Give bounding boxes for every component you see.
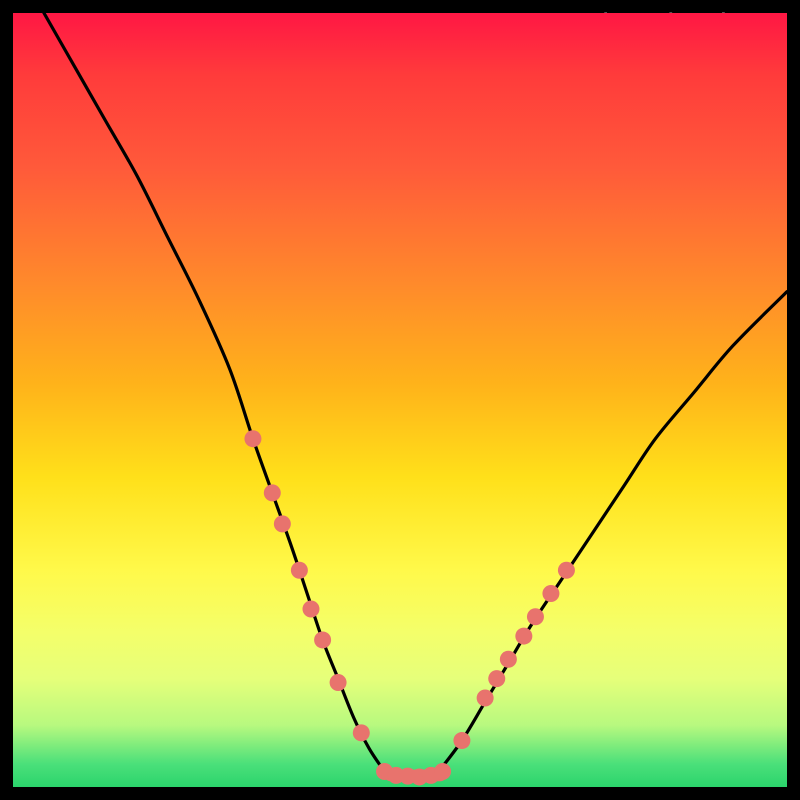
- plot-area: [13, 13, 787, 787]
- data-point: [274, 515, 291, 532]
- data-point: [527, 608, 544, 625]
- data-point: [515, 628, 532, 645]
- data-point: [314, 631, 331, 648]
- data-point: [500, 651, 517, 668]
- data-point: [244, 430, 261, 447]
- data-point: [558, 562, 575, 579]
- data-point: [488, 670, 505, 687]
- marker-group: [244, 430, 574, 785]
- data-point: [434, 763, 451, 780]
- left-curve: [44, 13, 385, 772]
- data-point: [353, 724, 370, 741]
- data-point: [264, 484, 281, 501]
- data-point: [477, 689, 494, 706]
- data-point: [542, 585, 559, 602]
- data-point: [291, 562, 308, 579]
- data-point: [302, 600, 319, 617]
- data-point: [330, 674, 347, 691]
- data-point: [453, 732, 470, 749]
- curve-layer: [13, 13, 787, 787]
- chart-frame: TheBottleneck.com: [0, 0, 800, 800]
